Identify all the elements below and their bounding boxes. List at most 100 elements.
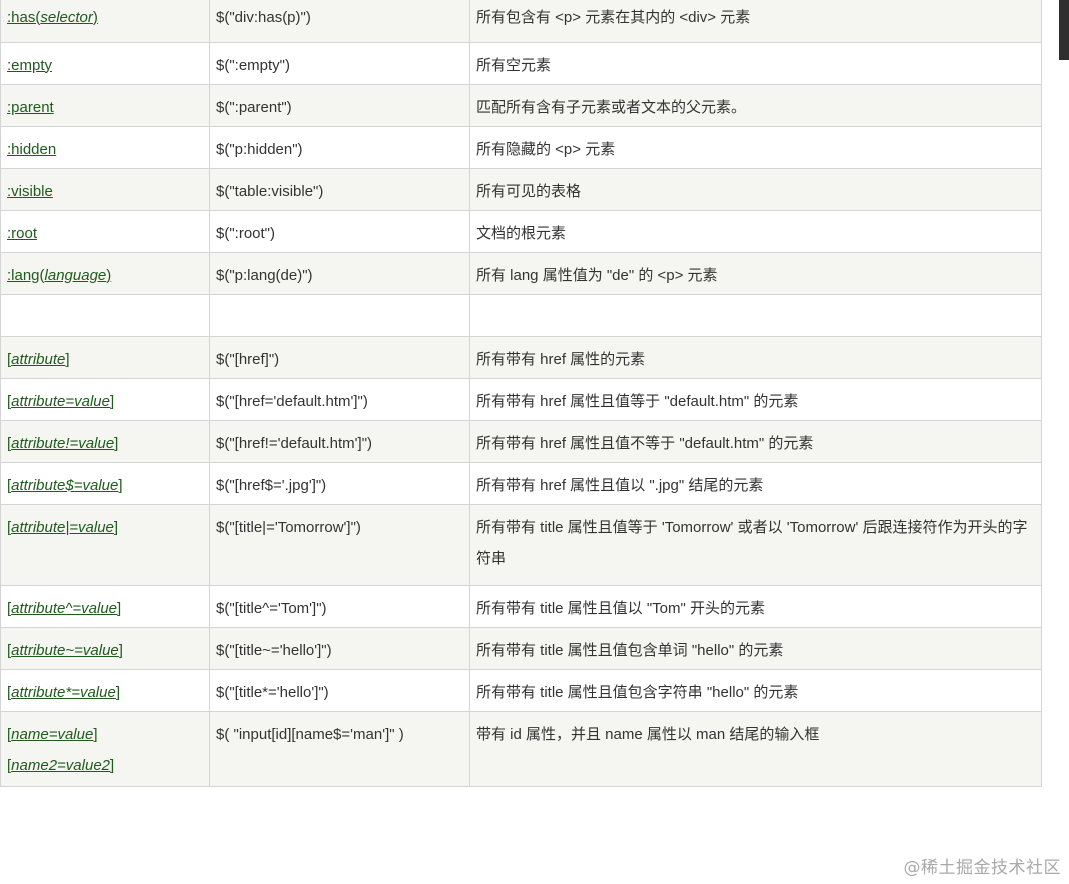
selector-text: ) bbox=[106, 266, 112, 284]
selector-cell: :lang(language) bbox=[0, 251, 210, 295]
selector-link[interactable]: :empty bbox=[7, 57, 52, 74]
example-cell: $("p:hidden") bbox=[209, 125, 470, 169]
table-row: :lang(language) $("p:lang(de)") 所有 lang 属性… bbox=[0, 251, 1042, 295]
scrollbar-thumb[interactable] bbox=[1059, 0, 1069, 60]
selector-link[interactable]: [attribute*=value] bbox=[7, 684, 120, 701]
selector-cell: [attribute*=value] bbox=[0, 668, 210, 712]
selector-link[interactable]: [attribute] bbox=[7, 351, 70, 368]
description-cell: 所有包含有 <p> 元素在其内的 <div> 元素 bbox=[469, 0, 1042, 43]
example-cell: $(":empty") bbox=[209, 41, 470, 85]
description-cell: 所有带有 href 属性的元素 bbox=[469, 335, 1042, 379]
selector-param: attribute^=value bbox=[11, 599, 118, 617]
selector-cell: [attribute$=value] bbox=[0, 461, 210, 505]
selector-link[interactable]: :parent bbox=[7, 99, 54, 116]
selector-cell: [attribute^=value] bbox=[0, 584, 210, 628]
example-cell: $("table:visible") bbox=[209, 167, 470, 211]
example-cell: $("[href!='default.htm']") bbox=[209, 419, 470, 463]
selector-text: :empty bbox=[7, 56, 53, 74]
selector-param: attribute|=value bbox=[11, 518, 114, 536]
example-cell: $("[title^='Tom']") bbox=[209, 584, 470, 628]
description-cell: 所有带有 href 属性且值以 ".jpg" 结尾的元素 bbox=[469, 461, 1042, 505]
selector-param: selector bbox=[40, 9, 93, 26]
table-row: [attribute=value] $("[href='default.htm']… bbox=[0, 377, 1042, 421]
description-cell: 所有带有 href 属性且值不等于 "default.htm" 的元素 bbox=[469, 419, 1042, 463]
table-row: :hidden $("p:hidden") 所有隐藏的 <p> 元素 bbox=[0, 125, 1042, 169]
selector-cell: [attribute] bbox=[0, 335, 210, 379]
table-row: [attribute^=value] $("[title^='Tom']") 所有带… bbox=[0, 584, 1042, 628]
selector-reference-table-container: :has(selector) $("div:has(p)") 所有包含有 <p> 元… bbox=[0, 0, 1042, 787]
example-cell: $(":parent") bbox=[209, 83, 470, 127]
description-cell bbox=[469, 293, 1042, 337]
selector-link[interactable]: [attribute~=value] bbox=[7, 642, 123, 659]
selector-link[interactable]: [name=value] bbox=[7, 726, 98, 743]
selector-reference-table: :has(selector) $("div:has(p)") 所有包含有 <p> 元… bbox=[0, 0, 1042, 787]
selector-text: ] bbox=[115, 683, 120, 701]
selector-cell: [attribute|=value] bbox=[0, 503, 210, 586]
description-cell: 所有带有 title 属性且值包含字符串 "hello" 的元素 bbox=[469, 668, 1042, 712]
selector-link[interactable]: :has(selector) bbox=[7, 9, 98, 26]
selector-text: ] bbox=[118, 641, 123, 659]
scrollbar-track[interactable] bbox=[1041, 0, 1069, 884]
selector-param: name=value bbox=[11, 725, 94, 743]
table-row: [attribute~=value] $("[title~='hello']") 所… bbox=[0, 626, 1042, 670]
selector-link[interactable]: :lang(language) bbox=[7, 267, 111, 284]
selector-link[interactable]: [attribute|=value] bbox=[7, 519, 118, 536]
selector-link[interactable]: :hidden bbox=[7, 141, 56, 158]
selector-text: :hidden bbox=[7, 140, 57, 158]
description-cell: 文档的根元素 bbox=[469, 209, 1042, 253]
selector-text: ] bbox=[110, 392, 115, 410]
selector-param: name2=value2 bbox=[11, 756, 110, 774]
selector-cell: [attribute=value] bbox=[0, 377, 210, 421]
example-cell: $("[href$='.jpg']") bbox=[209, 461, 470, 505]
selector-link[interactable]: :visible bbox=[7, 183, 53, 200]
description-cell: 所有可见的表格 bbox=[469, 167, 1042, 211]
selector-link[interactable]: [attribute$=value] bbox=[7, 477, 123, 494]
selector-cell: :has(selector) bbox=[0, 0, 210, 43]
selector-link[interactable]: [name2=value2] bbox=[7, 757, 114, 774]
selector-cell: :hidden bbox=[0, 125, 210, 169]
table-row: [attribute] $("[href]") 所有带有 href 属性的元素 bbox=[0, 335, 1042, 379]
selector-param: attribute!=value bbox=[11, 434, 115, 452]
selector-line: [name2=value2] bbox=[7, 750, 203, 781]
description-cell: 所有隐藏的 <p> 元素 bbox=[469, 125, 1042, 169]
selector-param: attribute*=value bbox=[11, 683, 116, 701]
selector-cell: :root bbox=[0, 209, 210, 253]
selector-cell: :empty bbox=[0, 41, 210, 85]
example-cell: $( "input[id][name$='man']" ) bbox=[209, 710, 470, 787]
selector-text: ] bbox=[110, 756, 115, 774]
selector-text: ] bbox=[114, 434, 119, 452]
selector-cell: :visible bbox=[0, 167, 210, 211]
example-cell: $("[href]") bbox=[209, 335, 470, 379]
example-cell: $("div:has(p)") bbox=[209, 0, 470, 43]
selector-text: ] bbox=[117, 599, 122, 617]
selector-link[interactable]: [attribute=value] bbox=[7, 393, 114, 410]
table-row: :has(selector) $("div:has(p)") 所有包含有 <p> 元… bbox=[0, 0, 1042, 43]
table-row: :empty $(":empty") 所有空元素 bbox=[0, 41, 1042, 85]
example-cell: $("p:lang(de)") bbox=[209, 251, 470, 295]
selector-cell bbox=[0, 293, 210, 337]
table-row: :root $(":root") 文档的根元素 bbox=[0, 209, 1042, 253]
example-cell: $("[title~='hello']") bbox=[209, 626, 470, 670]
selector-cell: :parent bbox=[0, 83, 210, 127]
selector-param: attribute bbox=[11, 350, 66, 368]
table-row: [attribute!=value] $("[href!='default.htm… bbox=[0, 419, 1042, 463]
selector-text: :root bbox=[7, 224, 38, 242]
example-cell: $("[title|='Tomorrow']") bbox=[209, 503, 470, 586]
table-row: [name=value] [name2=value2] $( "input[id][… bbox=[0, 710, 1042, 787]
selector-text: ] bbox=[118, 476, 123, 494]
table-row: [attribute|=value] $("[title|='Tomorrow']… bbox=[0, 503, 1042, 586]
table-row: :parent $(":parent") 匹配所有含有子元素或者文本的父元素。 bbox=[0, 83, 1042, 127]
selector-link[interactable]: :root bbox=[7, 225, 37, 242]
table-row: [attribute*=value] $("[title*='hello']") 所… bbox=[0, 668, 1042, 712]
description-cell: 匹配所有含有子元素或者文本的父元素。 bbox=[469, 83, 1042, 127]
selector-link[interactable]: [attribute!=value] bbox=[7, 435, 118, 452]
selector-text: ] bbox=[113, 518, 119, 536]
description-cell: 所有空元素 bbox=[469, 41, 1042, 85]
table-row: :visible $("table:visible") 所有可见的表格 bbox=[0, 167, 1042, 211]
table-row bbox=[0, 293, 1042, 337]
selector-link[interactable]: [attribute^=value] bbox=[7, 600, 121, 617]
selector-cell: [name=value] [name2=value2] bbox=[0, 710, 210, 787]
selector-param: attribute~=value bbox=[11, 641, 119, 659]
table-row: [attribute$=value] $("[href$='.jpg']") 所有带… bbox=[0, 461, 1042, 505]
description-cell: 所有带有 href 属性且值等于 "default.htm" 的元素 bbox=[469, 377, 1042, 421]
